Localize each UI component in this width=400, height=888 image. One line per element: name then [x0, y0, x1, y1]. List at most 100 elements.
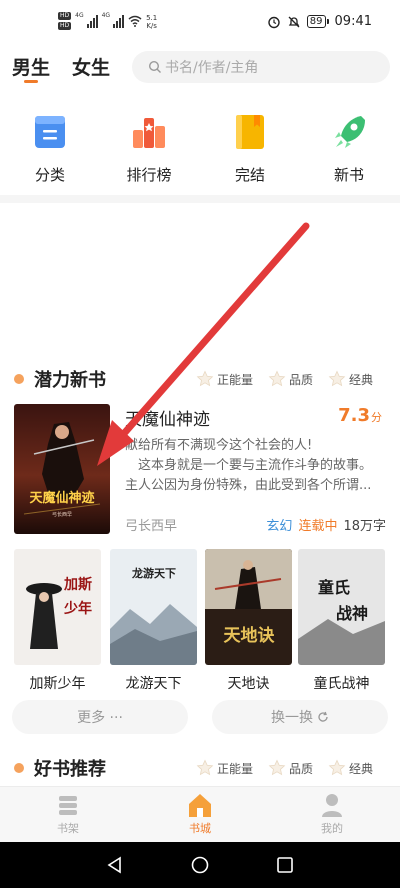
featured-cover-author: 弓长西早	[52, 511, 72, 518]
nav-label: 书架	[57, 822, 79, 835]
search-bar[interactable]: 书名/作者/主角	[132, 51, 390, 83]
active-tab-indicator	[24, 80, 38, 83]
status-right: 89 09:41	[267, 14, 372, 29]
book-cover: 龙游天下	[110, 549, 197, 665]
section-title-recommend: 好书推荐	[34, 759, 106, 780]
featured-book-title[interactable]: 天魔仙神迹	[125, 405, 210, 430]
star-icon	[328, 759, 346, 776]
description-line: 这本身就是一个要与主流作斗争的故事。	[125, 458, 373, 473]
more-button[interactable]: 更多 ···	[12, 700, 188, 734]
tag-quality[interactable]: 品质	[268, 370, 313, 388]
tag-label: 品质	[289, 372, 314, 387]
featured-cover-title: 天魔仙神迹	[29, 490, 94, 506]
tag-classic[interactable]: 经典	[328, 759, 373, 777]
nav-bookstore[interactable]: 书城	[170, 791, 230, 836]
category-nav-classify[interactable]: 分类	[18, 112, 82, 185]
section-divider	[0, 195, 400, 203]
home-icon[interactable]	[191, 856, 209, 874]
tag-label: 经典	[349, 761, 374, 776]
grid-book[interactable]: 加斯 少年 加斯少年	[14, 549, 101, 693]
score-unit: 分	[371, 411, 382, 424]
section-dot-icon	[14, 374, 24, 384]
tab-female[interactable]: 女生	[72, 53, 110, 80]
featured-book-cover[interactable]: 天魔仙神迹 弓长西早	[14, 404, 110, 534]
tab-male[interactable]: 男生	[12, 53, 50, 80]
tag-label: 正能量	[217, 372, 254, 387]
nav-label: 我的	[321, 822, 343, 835]
book-title: 加斯少年	[29, 676, 86, 692]
category-label: 排行榜	[126, 166, 172, 184]
genre-label: 玄幻	[266, 519, 293, 534]
svg-text:战神: 战神	[336, 604, 368, 623]
category-label: 完结	[234, 166, 265, 184]
category-label: 分类	[34, 166, 65, 184]
category-nav-new[interactable]: 新书	[317, 112, 381, 185]
recents-icon[interactable]	[276, 856, 294, 874]
rocket-icon	[335, 116, 365, 148]
book-title: 童氏战神	[313, 676, 370, 692]
tag-positive-energy[interactable]: 正能量	[196, 370, 253, 388]
description-line: 献给所有不满现今这个社会的人!	[125, 438, 313, 453]
score-value: 7.3	[338, 405, 370, 426]
category-icon	[35, 116, 65, 148]
mute-bell-icon	[288, 16, 300, 27]
grid-book[interactable]: 龙游天下 龙游天下	[110, 549, 197, 693]
featured-book-description: 献给所有不满现今这个社会的人! 这本身就是一个要与主流作斗争的故事。 主人公因为…	[125, 436, 383, 496]
tag-label: 正能量	[217, 761, 254, 776]
network-type-label: 4G	[75, 12, 84, 19]
ranking-icon	[133, 118, 165, 148]
book-title: 天地诀	[227, 676, 270, 692]
nav-bookshelf[interactable]: 书架	[38, 791, 98, 836]
search-placeholder: 书名/作者/主角	[165, 60, 259, 76]
bottom-nav: 书架 书城 我的	[0, 786, 400, 842]
star-icon	[196, 370, 214, 387]
signal-icon	[113, 14, 125, 28]
tag-positive-energy[interactable]: 正能量	[196, 759, 253, 777]
hd-badge: HD	[58, 12, 72, 20]
featured-book-meta: 玄幻 连载中 18万字	[266, 515, 386, 534]
book-title: 龙游天下	[125, 676, 182, 692]
tag-label: 经典	[349, 372, 374, 387]
svg-text:龙游天下: 龙游天下	[131, 566, 176, 580]
wifi-icon	[128, 15, 142, 27]
star-icon	[268, 370, 286, 387]
star-icon	[268, 759, 286, 776]
tag-label: 品质	[289, 761, 314, 776]
refresh-label: 换一换	[271, 710, 313, 726]
status-label: 连载中	[298, 519, 338, 534]
back-icon[interactable]	[106, 856, 124, 874]
svg-text:加斯: 加斯	[63, 576, 92, 593]
network-speed-unit: K/s	[146, 22, 157, 30]
star-icon	[196, 759, 214, 776]
category-nav-ranking[interactable]: 排行榜	[117, 112, 181, 185]
section-dot-icon	[14, 763, 24, 773]
description-line: 主人公因为身份特殊，由此受到各个所谓...	[125, 478, 372, 493]
hd-badges: HD HD	[58, 12, 72, 30]
grid-book[interactable]: 天地诀 天地诀	[205, 549, 292, 693]
battery-level: 89	[306, 15, 326, 28]
nav-profile[interactable]: 我的	[302, 791, 362, 836]
profile-icon	[322, 794, 342, 817]
battery-icon: 89	[306, 15, 329, 28]
book-cover: 加斯 少年	[14, 549, 101, 665]
tag-quality[interactable]: 品质	[268, 759, 313, 777]
network-type-label: 4G	[101, 12, 111, 19]
nav-label: 书城	[189, 822, 211, 835]
refresh-icon	[318, 711, 328, 722]
svg-text:少年: 少年	[63, 600, 92, 617]
featured-book-score: 7.3分	[338, 405, 382, 426]
svg-text:童氏: 童氏	[318, 578, 350, 597]
star-icon	[328, 370, 346, 387]
tag-classic[interactable]: 经典	[328, 370, 373, 388]
clock: 09:41	[334, 14, 372, 29]
category-label: 新书	[333, 166, 364, 184]
system-nav-bar	[0, 842, 400, 888]
grid-book[interactable]: 童氏 战神 童氏战神	[298, 549, 385, 693]
category-nav-finished[interactable]: 完结	[218, 112, 282, 185]
finished-book-icon	[236, 115, 264, 149]
book-cover: 天地诀	[205, 549, 292, 665]
refresh-button[interactable]: 换一换	[212, 700, 388, 734]
alarm-icon	[268, 16, 280, 28]
bookstore-home-icon	[189, 794, 211, 817]
status-bar: HD HD 4G 4G 5.1 K/s 89 09:41	[0, 0, 400, 44]
